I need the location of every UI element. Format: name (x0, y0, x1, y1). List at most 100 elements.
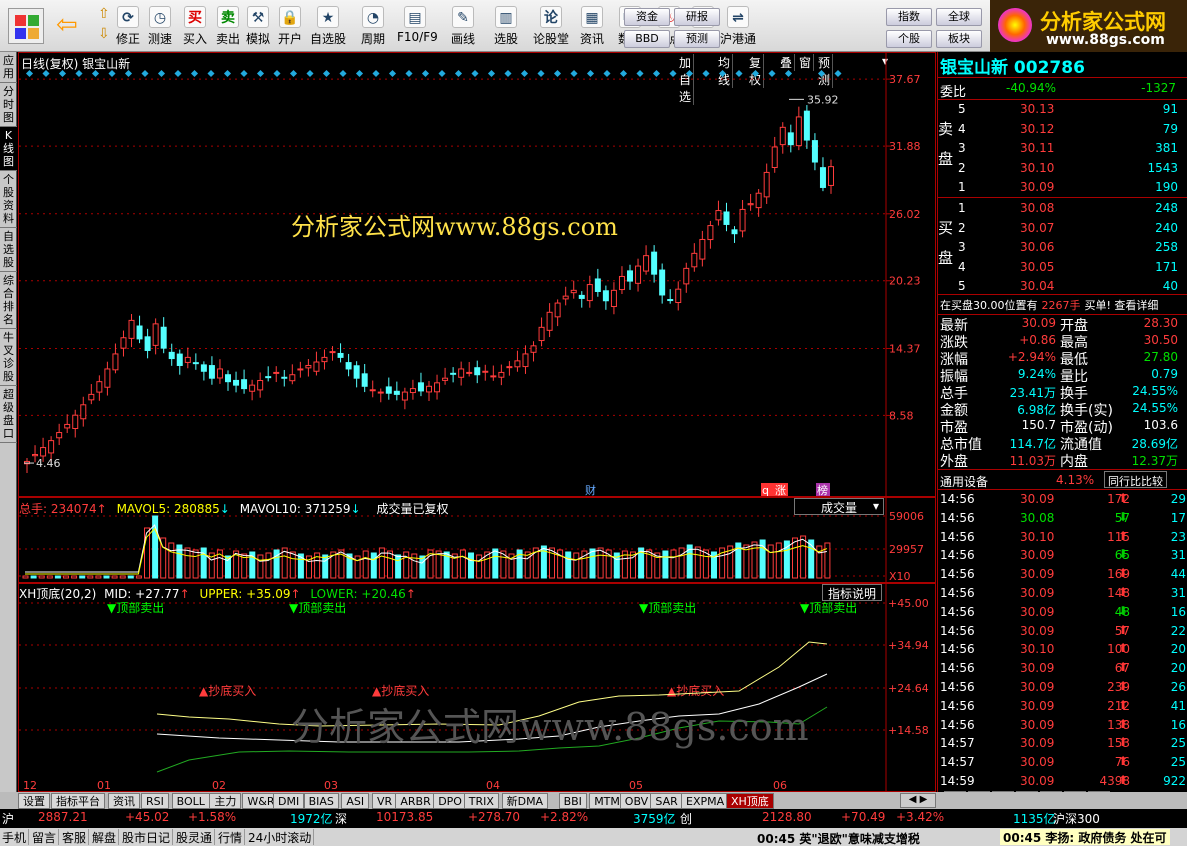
indicator-tab-14[interactable]: 新DMA (501, 793, 549, 809)
tick-row: 14:56 30.09 67 ⬆ 20 (938, 660, 1187, 678)
toolbar-button-16[interactable]: ⇌ 沪港通 (720, 4, 756, 48)
bid-row[interactable]: 4 30.05 171 (938, 258, 1187, 277)
toolbar-button-9[interactable]: ✎ 画线 (445, 4, 481, 48)
candle-body (803, 110, 810, 141)
toolbar-button-12[interactable]: ▦ 资讯 (574, 4, 610, 48)
volume-bar (565, 551, 572, 579)
indicator-tab-11[interactable]: ARBR (395, 793, 436, 809)
toolbar-small-4[interactable]: 指数 (886, 8, 932, 26)
down-arrow-icon[interactable]: ⇩ (98, 26, 110, 42)
ask-row[interactable]: 1 30.09 190 (938, 178, 1187, 197)
indicator-chart[interactable]: +45.00 +34.94 +24.64 +14.58 ▼顶部卖出 ▼顶部卖出 ▼顶部卖出 ▼… (19, 584, 937, 793)
bid-row[interactable]: 1 30.08 248 (938, 199, 1187, 218)
indicator-tab-3[interactable]: RSI (141, 793, 169, 809)
ask-row[interactable]: 2 30.10 1543 (938, 159, 1187, 178)
indicator-tab-1[interactable]: 指标平台 (51, 793, 105, 809)
back-arrow-icon[interactable]: ⇦ (56, 10, 78, 40)
toolbar-button-5[interactable]: 🔒 开户 (272, 4, 308, 48)
status-item-7[interactable]: 24小时滚动 (246, 829, 315, 845)
candle-body (208, 365, 215, 379)
toolbar-button-2[interactable]: 买买入 (177, 4, 213, 48)
toolbar-button-4[interactable]: ⚒ 模拟 (240, 4, 276, 48)
toolbar-small-3[interactable]: 预测 (674, 30, 720, 48)
info-marker (751, 69, 760, 78)
arrow-up-icon: ⬆ (1118, 641, 1129, 656)
menu-grid-icon[interactable] (8, 8, 44, 44)
left-nav-4[interactable]: 自选股 (0, 228, 17, 272)
left-nav-6[interactable]: 牛叉诊股 (0, 329, 17, 386)
indicator-tab-12[interactable]: DPO (433, 793, 467, 809)
indicator-tab-20[interactable]: XH顶底 (726, 793, 774, 809)
status-item-1[interactable]: 留言 (30, 829, 60, 845)
indicator-tab-7[interactable]: DMI (273, 793, 305, 809)
level-num: 4 (958, 259, 966, 274)
toolbar-button-0[interactable]: ⟳ 修正 (110, 4, 146, 48)
left-nav-5[interactable]: 综合排名 (0, 272, 17, 329)
toolbar-button-8[interactable]: ▤ F10/F9 (397, 4, 438, 48)
indicator-tab-5[interactable]: 主力 (209, 793, 242, 809)
toolbar-small-6[interactable]: 全球 (936, 8, 982, 26)
indicator-tab-15[interactable]: BBI (558, 793, 587, 809)
status-item-2[interactable]: 客服 (60, 829, 90, 845)
ask-row[interactable]: 3 30.11 381 (938, 139, 1187, 158)
left-nav-3[interactable]: 个股资料 (0, 171, 17, 228)
quote-value: 27.80 (1143, 350, 1178, 364)
candle-body (241, 379, 248, 390)
left-nav-0[interactable]: 应用 (0, 52, 17, 83)
volume-chart[interactable]: 59006 29957 X10 (19, 498, 937, 584)
tick-price: 30.09 (1020, 698, 1055, 713)
volume-bar (192, 549, 199, 579)
info-marker (157, 69, 166, 78)
status-item-3[interactable]: 解盘 (90, 829, 120, 845)
quote-row: 总手 23.41万 换手 24.55% (938, 383, 1187, 402)
toolbar-small-1[interactable]: BBD (624, 30, 670, 48)
status-item-4[interactable]: 股市日记 (120, 829, 174, 845)
indicator-tab-8[interactable]: BIAS (303, 793, 339, 809)
toolbar-small-0[interactable]: 资金 (624, 8, 670, 26)
status-item-6[interactable]: 行情 (216, 829, 246, 845)
toolbar-button-10[interactable]: ▥ 选股 (488, 4, 524, 48)
compare-button[interactable]: 同行比比较 (1104, 471, 1167, 488)
indicator-tab-17[interactable]: OBV (619, 793, 654, 809)
status-item-5[interactable]: 股灵通 (174, 829, 216, 845)
tick-price: 30.09 (1020, 604, 1055, 619)
quote-value: 24.55% (1132, 401, 1178, 415)
toolbar-button-1[interactable]: ◷ 测速 (142, 4, 178, 48)
ask-row[interactable]: 4 30.12 79 (938, 120, 1187, 139)
left-nav-7[interactable]: 超级盘口 (0, 386, 17, 443)
scroll-arrows[interactable]: ◀ ▶ (900, 793, 936, 808)
candle-body (305, 364, 312, 369)
indicator-tab-9[interactable]: ASI (341, 793, 370, 809)
candle-body (56, 432, 63, 439)
tick-row: 14:59 30.09 4398 ⬆ 922 (938, 773, 1187, 791)
bid-row[interactable]: 3 30.06 258 (938, 238, 1187, 257)
buy-alert[interactable]: 在买盘30.00位置有 2267手 买单! 查看详细 (940, 297, 1158, 313)
indicator-tab-18[interactable]: SAR (650, 793, 683, 809)
toolbar-button-6[interactable]: ★ 自选股 (310, 4, 346, 48)
left-nav-2[interactable]: K线图 (0, 127, 17, 171)
toolbar-button-11[interactable]: 论论股堂 (533, 4, 569, 48)
indicator-panel: XH顶底(20,2) MID: +27.77↑ UPPER: +35.09↑ L… (18, 583, 937, 793)
indicator-tab-4[interactable]: BOLL (171, 793, 210, 809)
toolbar-button-7[interactable]: ◔ 周期 (355, 4, 391, 48)
news-ticker-2[interactable]: 00:45 李扬: 政府债务 处在可 (1000, 829, 1170, 845)
toolbar-small-7[interactable]: 板块 (936, 30, 982, 48)
tick-row: 14:56 30.10 115 ⬆ 23 (938, 529, 1187, 547)
indicator-tab-19[interactable]: EXPMA (681, 793, 730, 809)
toolbar-small-2[interactable]: 研报 (674, 8, 720, 26)
quote-value: 28.30 (1143, 316, 1178, 330)
toolbar-small-5[interactable]: 个股 (886, 30, 932, 48)
status-item-0[interactable]: 手机 (0, 829, 30, 845)
indicator-tab-10[interactable]: VR (372, 793, 398, 809)
tick-price: 30.09 (1020, 548, 1055, 563)
news-ticker-1[interactable]: 00:45 英"退欧"意味减支增税 (757, 830, 920, 847)
left-nav-1[interactable]: 分时图 (0, 83, 17, 127)
indicator-tab-13[interactable]: TRIX (463, 793, 499, 809)
bid-row[interactable]: 2 30.07 240 (938, 219, 1187, 238)
candlestick-chart[interactable]: 37.6731.8826.0220.2314.378.5835.924.4612… (19, 53, 937, 498)
indicator-tab-2[interactable]: 资讯 (108, 793, 140, 809)
indicator-tab-0[interactable]: 设置 (18, 793, 50, 809)
up-arrow-icon[interactable]: ⇧ (98, 6, 110, 22)
tick-row: 14:56 30.09 48 ⬇ 16 (938, 604, 1187, 622)
ask-row[interactable]: 5 30.13 91 (938, 100, 1187, 119)
